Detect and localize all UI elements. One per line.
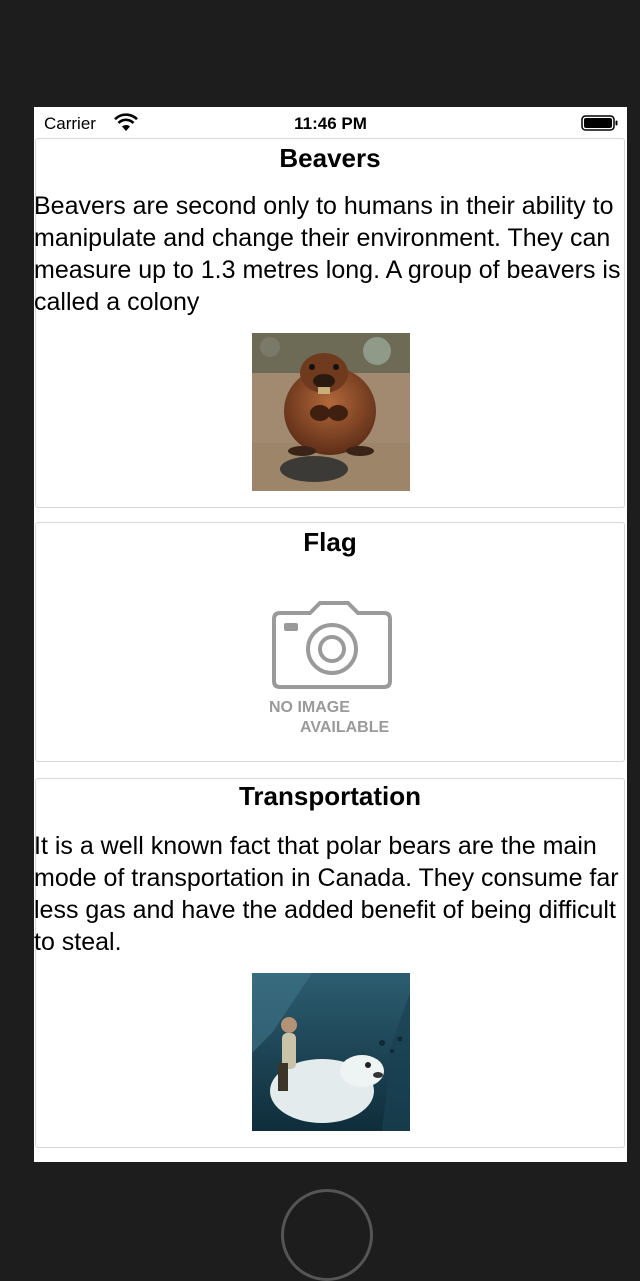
available-label: AVAILABLE [300, 719, 390, 736]
card-title: Flag [303, 527, 357, 557]
card-flag[interactable]: Flag NO IMAGE AVAILABLE [35, 522, 625, 762]
card-description: It is a well known fact that polar bears… [34, 832, 619, 956]
no-image-placeholder: NO IMAGE AVAILABLE [264, 601, 400, 741]
status-bar: Carrier 11:46 PM [34, 107, 627, 139]
no-image-label: NO IMAGE [269, 699, 350, 716]
card-beavers[interactable]: Beavers Beavers are second only to human… [34, 138, 625, 508]
card-description: Beavers are second only to humans in the… [34, 192, 621, 316]
home-button[interactable] [281, 1189, 373, 1281]
phone-screen: Carrier 11:46 PM Beavers Beavers are sec… [34, 107, 627, 1162]
camera-icon [272, 601, 392, 689]
card-title: Transportation [238, 781, 421, 811]
card-title: Beavers [279, 143, 381, 173]
beaver-photo [252, 333, 410, 491]
status-time: 11:46 PM [294, 114, 367, 133]
battery-icon [581, 115, 618, 131]
card-transportation[interactable]: Transportation It is a well known fact t… [34, 778, 625, 1148]
polar-bear-rider-photo [252, 973, 410, 1131]
